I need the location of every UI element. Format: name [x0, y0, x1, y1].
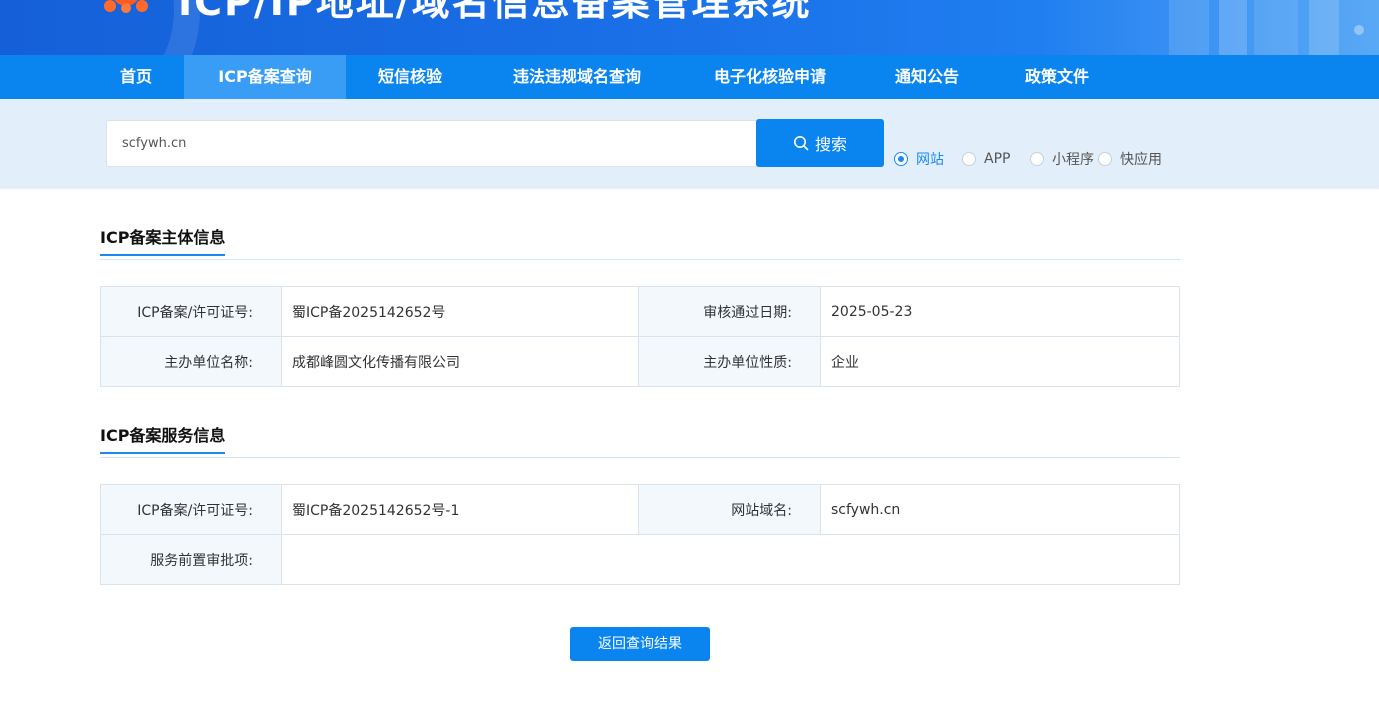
- system-title: ICP/IP地址/域名信息备案管理系统: [178, 0, 812, 24]
- emblem-logo: [104, 0, 148, 13]
- license-value: 蜀ICP备2025142652号: [281, 286, 639, 337]
- license-label: ICP备案/许可证号:: [100, 286, 282, 337]
- search-button[interactable]: 搜索: [756, 119, 884, 167]
- approval-date-label: 审核通过日期:: [638, 286, 821, 337]
- search-area: 搜索 网站 APP 小程序 快应用: [0, 99, 1379, 189]
- website-domain-value: scfywh.cn: [820, 484, 1180, 535]
- nav-electronic-verify[interactable]: 电子化核验申请: [694, 55, 846, 99]
- service-license-label: ICP备案/许可证号:: [100, 484, 282, 535]
- radio-quick-app-label: 快应用: [1120, 152, 1162, 168]
- service-info-heading: ICP备案服务信息: [100, 422, 226, 454]
- pre-approval-value: [281, 534, 1180, 585]
- nav-home[interactable]: 首页: [100, 55, 172, 99]
- radio-mini-program-label: 小程序: [1052, 152, 1094, 168]
- radio-unchecked-icon: [1030, 152, 1044, 166]
- search-icon: [793, 136, 809, 151]
- subject-info-table: ICP备案/许可证号: 蜀ICP备2025142652号 审核通过日期: 202…: [100, 286, 1180, 387]
- header-banner: ICP/IP地址/域名信息备案管理系统: [0, 0, 1379, 55]
- pre-approval-label: 服务前置审批项:: [100, 534, 282, 585]
- organizer-type-label: 主办单位性质:: [638, 336, 821, 387]
- back-to-results-button[interactable]: 返回查询结果: [570, 627, 710, 661]
- radio-website-label: 网站: [916, 152, 944, 168]
- section-divider: [100, 259, 1180, 260]
- service-license-value: 蜀ICP备2025142652号-1: [281, 484, 639, 535]
- radio-website[interactable]: 网站: [894, 149, 944, 169]
- nav-policy-docs[interactable]: 政策文件: [1010, 55, 1104, 99]
- organizer-name-value: 成都峰圆文化传播有限公司: [281, 336, 639, 387]
- radio-mini-program[interactable]: 小程序: [1030, 149, 1094, 169]
- radio-unchecked-icon: [1098, 152, 1112, 166]
- organizer-type-value: 企业: [820, 336, 1180, 387]
- radio-unchecked-icon: [962, 152, 976, 166]
- search-button-label: 搜索: [814, 135, 847, 154]
- website-domain-label: 网站域名:: [638, 484, 821, 535]
- approval-date-value: 2025-05-23: [820, 286, 1180, 337]
- service-info-table: ICP备案/许可证号: 蜀ICP备2025142652号-1 网站域名: scf…: [100, 484, 1180, 585]
- table-row: ICP备案/许可证号: 蜀ICP备2025142652号 审核通过日期: 202…: [100, 286, 1180, 337]
- radio-checked-icon: [894, 152, 908, 166]
- nav-notices[interactable]: 通知公告: [880, 55, 974, 99]
- nav-illegal-domain-query[interactable]: 违法违规域名查询: [492, 55, 662, 99]
- table-row: ICP备案/许可证号: 蜀ICP备2025142652号-1 网站域名: scf…: [100, 484, 1180, 535]
- nav-sms-verify[interactable]: 短信核验: [362, 55, 458, 99]
- table-row: 服务前置审批项:: [100, 534, 1180, 585]
- organizer-name-label: 主办单位名称:: [100, 336, 282, 387]
- radio-app[interactable]: APP: [962, 149, 1010, 169]
- section-divider: [100, 457, 1180, 458]
- main-nav: 首页 ICP备案查询 短信核验 违法违规域名查询 电子化核验申请 通知公告 政策…: [0, 55, 1379, 99]
- table-row: 主办单位名称: 成都峰圆文化传播有限公司 主办单位性质: 企业: [100, 336, 1180, 387]
- subject-info-heading: ICP备案主体信息: [100, 224, 226, 256]
- nav-icp-query[interactable]: ICP备案查询: [184, 55, 346, 99]
- radio-quick-app[interactable]: 快应用: [1098, 149, 1162, 169]
- search-input[interactable]: [106, 120, 757, 167]
- city-skyline-decoration: [1169, 0, 1364, 55]
- radio-app-label: APP: [984, 151, 1011, 167]
